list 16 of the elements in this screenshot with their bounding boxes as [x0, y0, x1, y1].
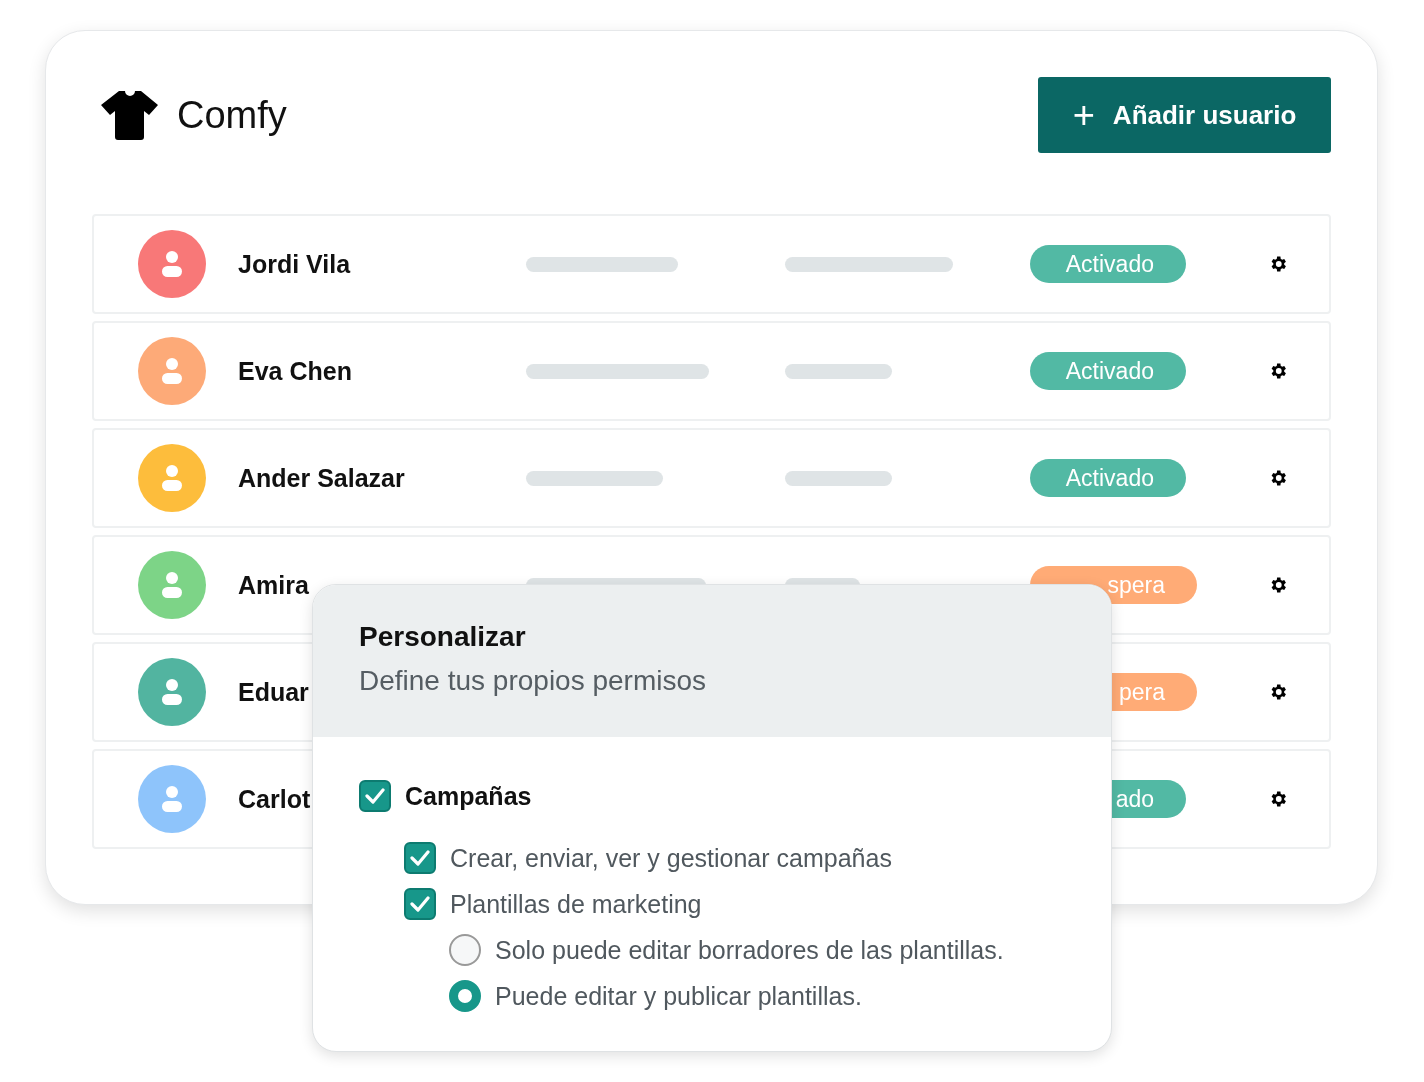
option-label: Campañas: [405, 781, 532, 811]
user-name: Jordi Vila: [238, 249, 351, 279]
user-name: Amira: [238, 570, 309, 600]
option-label: Solo puede editar borradores de las plantillas.: [495, 935, 1004, 965]
brand-name: Comfy: [177, 93, 287, 137]
popup-subtitle: Define tus propios permisos: [359, 665, 708, 697]
option-label: Crear, enviar, ver y gestionar campañas: [450, 843, 892, 873]
user-name: Eva Chen: [238, 356, 352, 386]
option-label: Plantillas de marketing: [450, 889, 702, 919]
status-badge: Activado: [1030, 459, 1186, 497]
option-label: Puede editar y publicar plantillas.: [495, 981, 862, 1011]
user-name: Eduar: [238, 677, 309, 707]
user-name: Ander Salazar: [238, 463, 405, 493]
status-badge: Activado: [1030, 352, 1186, 390]
user-name: Carlot: [238, 784, 311, 814]
status-badge: Activado: [1030, 245, 1186, 283]
